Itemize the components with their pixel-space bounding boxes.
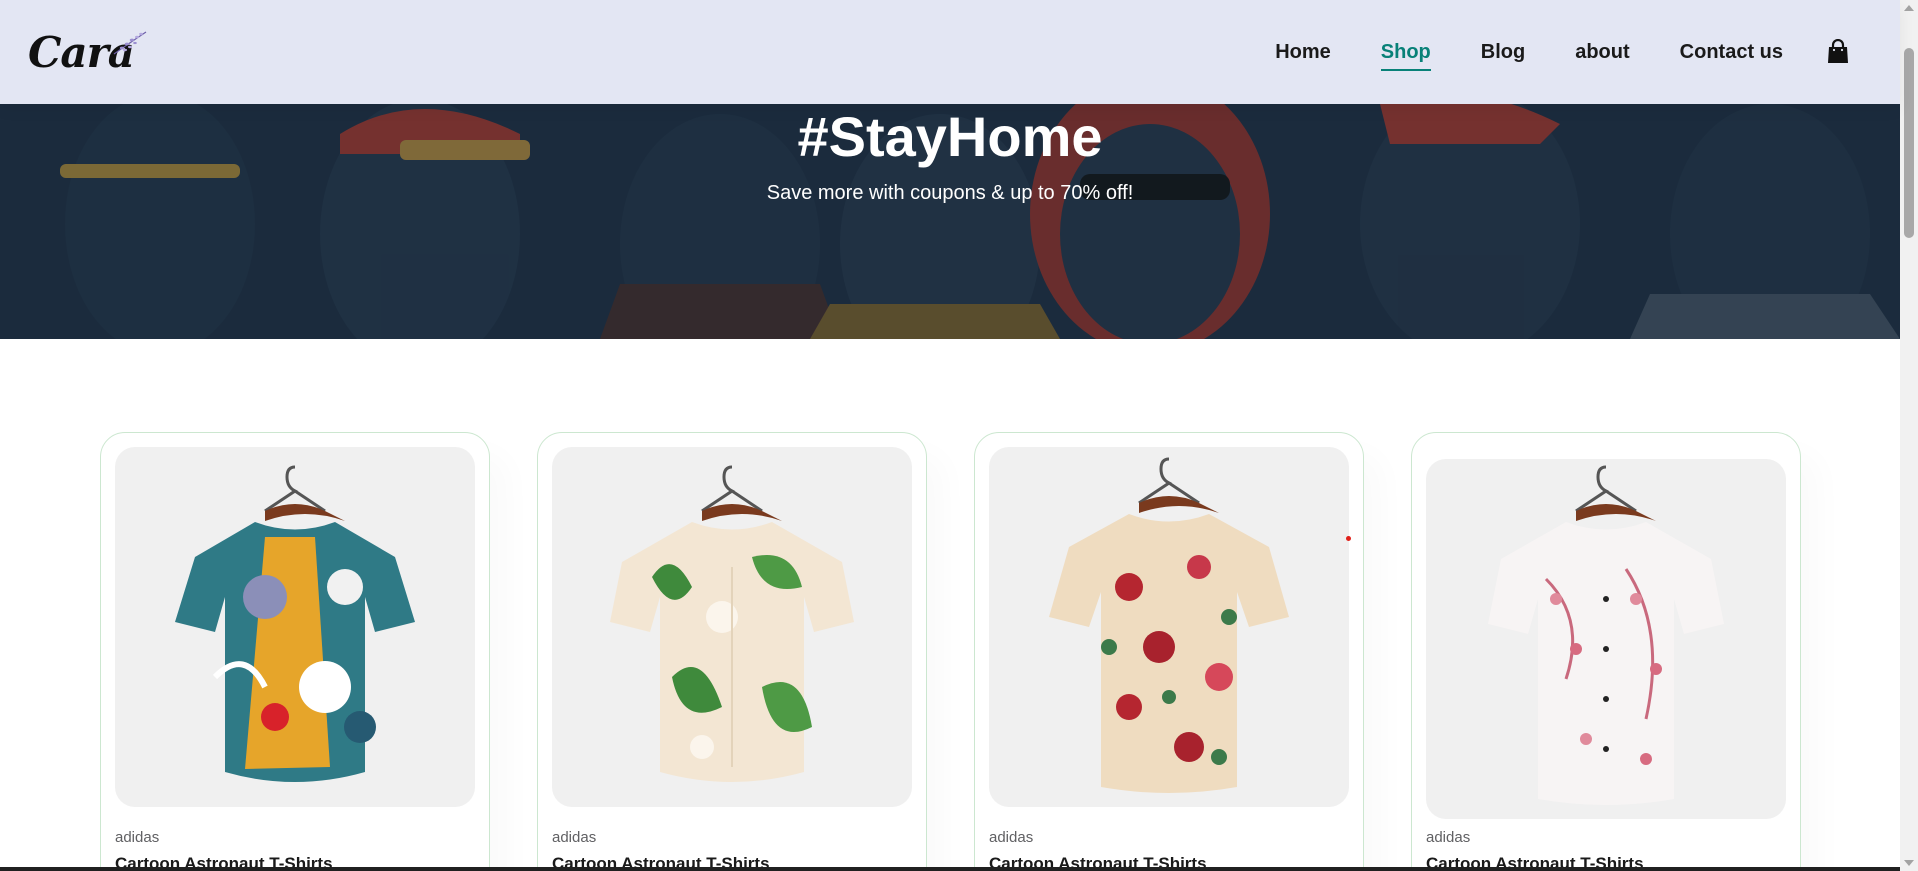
shirt-illustration [1488,465,1724,805]
site-header: Cara Home Shop Blog about Contact us [0,0,1900,104]
product-brand: adidas [1426,829,1471,846]
product-image[interactable] [552,447,912,807]
page: Cara Home Shop Blog about Contact us #St… [0,0,1918,871]
scroll-thumb[interactable] [1904,48,1914,238]
shirt-illustration [1049,457,1289,793]
hero-subtitle: Save more with coupons & up to 70% off! [766,182,1134,204]
shirt-illustration [175,465,415,782]
nav-contact[interactable]: Contact us [1655,41,1808,64]
shopping-bag-icon[interactable] [1826,39,1850,65]
shirt-illustration [610,465,854,782]
nav-home[interactable]: Home [1250,41,1356,64]
product-card[interactable]: adidas Cartoon Astronaut T-Shirts [100,432,490,871]
product-card[interactable]: adidas Cartoon Astronaut T-Shirts [1411,432,1801,871]
logo[interactable]: Cara [28,22,152,82]
product-image[interactable] [1426,459,1786,819]
product-image[interactable] [989,447,1349,807]
scroll-up-icon[interactable] [1904,5,1914,11]
product-grid: adidas Cartoon Astronaut T-Shirts adidas… [100,432,1801,871]
product-brand: adidas [552,829,597,846]
main-nav: Home Shop Blog about Contact us [1250,39,1850,71]
hero-banner: #StayHome Save more with coupons & up to… [0,104,1900,339]
product-brand: adidas [115,829,160,846]
lavender-sprig-icon [113,31,147,55]
nav-about[interactable]: about [1550,41,1654,64]
page-scrollbar[interactable] [1900,0,1918,871]
product-image[interactable] [115,447,475,807]
nav-blog[interactable]: Blog [1456,41,1550,64]
bottom-edge [0,867,1900,871]
nav-shop[interactable]: Shop [1356,41,1456,71]
cursor-dot [1346,536,1351,541]
product-brand: adidas [989,829,1034,846]
product-card[interactable]: adidas Cartoon Astronaut T-Shirts [974,432,1364,871]
hero-title: #StayHome [797,105,1103,168]
product-card[interactable]: adidas Cartoon Astronaut T-Shirts [537,432,927,871]
scroll-down-icon[interactable] [1904,860,1914,866]
